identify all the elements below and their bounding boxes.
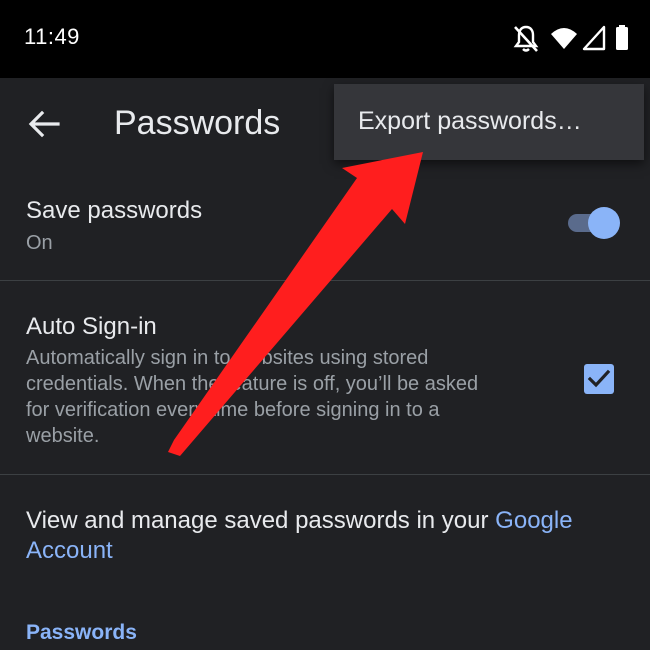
auto-sign-in-summary-line: credentials. When the feature is off, yo… [26,373,479,395]
google-account-link-part-2[interactable]: Account [26,537,113,564]
export-passwords-menu-item[interactable]: Export passwords… [358,107,582,136]
checkmark-icon [587,369,611,388]
cell-signal-icon [582,25,606,51]
google-account-link-part-1[interactable]: Google [495,507,572,534]
manage-passwords-label: View and manage saved passwords in your [26,507,496,534]
toggle-thumb [588,207,620,239]
save-passwords-toggle[interactable] [566,206,622,240]
save-passwords-setting[interactable]: Save passwords On [0,168,650,280]
wifi-icon [551,28,577,49]
overflow-menu: Export passwords… [334,84,644,160]
auto-sign-in-title: Auto Sign-in [26,313,157,340]
save-passwords-title: Save passwords [26,197,203,224]
auto-sign-in-summary-line: for verification every time before signi… [26,399,440,421]
battery-icon [616,25,628,50]
auto-sign-in-setting[interactable]: Auto Sign-in Automatically sign in to we… [0,281,650,474]
status-bar: 11:49 [0,0,650,78]
manage-passwords-text: View and manage saved passwords in your … [26,506,626,566]
status-time: 11:49 [24,24,80,49]
page-title: Passwords [114,104,281,142]
arrow-left-icon[interactable] [26,106,62,142]
notifications-off-icon [513,25,539,52]
divider [0,474,650,475]
auto-sign-in-checkbox[interactable] [584,364,614,394]
auto-sign-in-summary: Automatically sign in to websites using … [26,345,566,449]
save-passwords-summary: On [26,232,53,254]
auto-sign-in-summary-line: Automatically sign in to websites using … [26,347,429,369]
auto-sign-in-summary-line: website. [26,425,100,447]
passwords-section-header: Passwords [26,621,137,644]
